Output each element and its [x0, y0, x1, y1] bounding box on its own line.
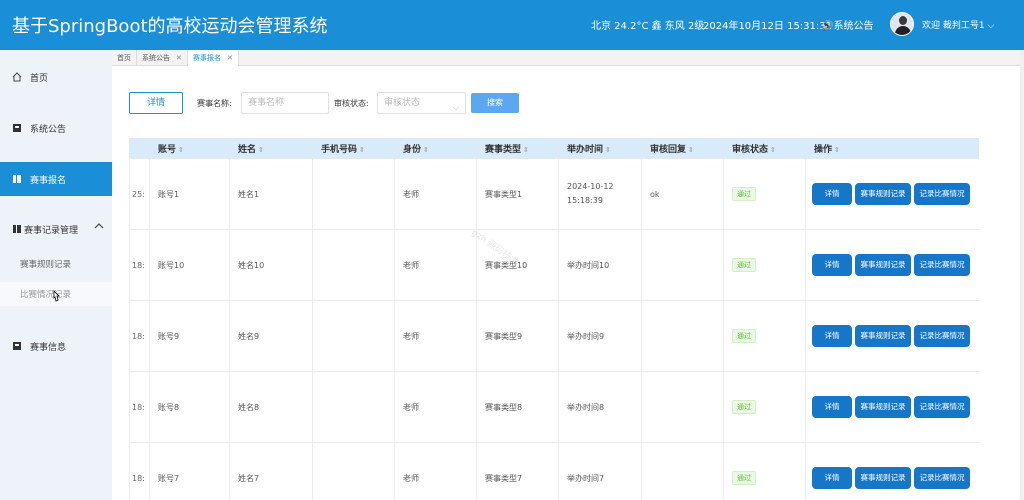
match-record-button[interactable]: 记录比赛情况 — [914, 183, 970, 205]
column-header — [129, 138, 150, 159]
sort-icon: ⇕ — [178, 146, 184, 154]
table-row: 18: 账号9 姓名9 老师 赛事类型9 举办时间9 通过 详情 赛事规则记录 记录… — [129, 300, 979, 372]
sidebar-item-notice[interactable]: 系统公告 — [0, 111, 112, 145]
tab-notice[interactable]: 系统公告 ✕ — [137, 50, 188, 66]
app-title: 基于SpringBoot的高校运动会管理系统 — [12, 16, 328, 37]
sidebar-item-records[interactable]: 赛事记录管理 — [0, 212, 112, 246]
sidebar-item-label: 赛事报名 — [30, 175, 67, 186]
column-header[interactable]: 审核状态 ⇕ — [723, 138, 806, 159]
match-record-button[interactable]: 记录比赛情况 — [914, 325, 970, 347]
name-search-input[interactable]: 赛事名称 — [241, 92, 329, 114]
column-header[interactable]: 操作 ⇕ — [805, 138, 979, 159]
status-label: 审核状态: — [334, 99, 369, 108]
column-header[interactable]: 身份 ⇕ — [394, 138, 477, 159]
status-badge: 通过 — [732, 471, 756, 485]
top-header: 基于SpringBoot的高校运动会管理系统 北京 24.2°C 鑫 东风 2级… — [0, 0, 1024, 50]
table-row: 18: 账号7 姓名7 老师 赛事类型7 举办时间7 通过 详情 赛事规则记录 记录… — [129, 442, 979, 500]
row-detail-button[interactable]: 详情 — [812, 254, 852, 276]
tab-registration[interactable]: 赛事报名 ✕ — [188, 50, 239, 66]
page-scrollbar[interactable] — [1020, 50, 1024, 500]
status-select[interactable]: 审核状态 ⌵ — [377, 92, 466, 114]
table-row: 25: 账号1 姓名1 老师 赛事类型1 2024-10-12 15:18:39… — [129, 158, 979, 230]
close-icon[interactable]: ✕ — [176, 54, 182, 62]
sidebar-item-label: 系统公告 — [30, 124, 67, 135]
registration-table: 账号 ⇕ 姓名 ⇕ 手机号码 ⇕ 身份 ⇕ 赛事类型 ⇕ 举办时间 ⇕ 审核回复 ⇕ 审核状态… — [129, 138, 979, 500]
sidebar-item-info[interactable]: 赛事信息 — [0, 329, 112, 363]
rule-record-button[interactable]: 赛事规则记录 — [855, 325, 911, 347]
sidebar-item-label: 赛事信息 — [30, 342, 67, 353]
tab-bar: 首页 系统公告 ✕ 赛事报名 ✕ — [112, 50, 1024, 66]
sidebar-sub-item-rules[interactable]: 赛事规则记录 — [0, 252, 112, 276]
rule-record-button[interactable]: 赛事规则记录 — [855, 467, 911, 489]
sidebar-item-label: 首页 — [30, 73, 49, 84]
search-button[interactable]: 搜索 — [471, 93, 519, 113]
close-icon[interactable]: ✕ — [227, 54, 233, 62]
sort-icon: ⇕ — [605, 146, 611, 154]
status-badge: 通过 — [732, 187, 756, 201]
table-row: 18: 账号8 姓名8 老师 赛事类型8 举办时间8 通过 详情 赛事规则记录 记录… — [129, 371, 979, 443]
sidebar-item-registration[interactable]: 赛事报名 — [0, 162, 112, 196]
system-notice-link[interactable]: 🔊系统公告 — [821, 17, 873, 32]
sort-icon: ⇕ — [834, 146, 840, 154]
book-icon — [12, 224, 22, 234]
chevron-up-icon[interactable] — [94, 222, 104, 233]
weather-info: 北京 24.2°C 鑫 东风 2级 — [591, 21, 705, 32]
home-icon — [12, 72, 22, 82]
column-header[interactable]: 审核回复 ⇕ — [641, 138, 724, 159]
sort-icon: ⇕ — [258, 146, 264, 154]
tab-home[interactable]: 首页 — [112, 50, 137, 66]
info-book-icon — [12, 341, 22, 351]
detail-button[interactable]: 详情 — [129, 92, 183, 114]
match-record-button[interactable]: 记录比赛情况 — [914, 254, 970, 276]
sidebar-item-home[interactable]: 首页 — [0, 60, 112, 94]
column-header[interactable]: 赛事类型 ⇕ — [476, 138, 559, 159]
match-record-button[interactable]: 记录比赛情况 — [914, 467, 970, 489]
sort-icon: ⇕ — [770, 146, 776, 154]
row-detail-button[interactable]: 详情 — [812, 467, 852, 489]
column-header[interactable]: 举办时间 ⇕ — [558, 138, 642, 159]
chevron-down-icon: ⌵ — [452, 103, 459, 112]
rule-record-button[interactable]: 赛事规则记录 — [855, 254, 911, 276]
name-label: 赛事名称: — [197, 99, 232, 108]
table-header-row: 账号 ⇕ 姓名 ⇕ 手机号码 ⇕ 身份 ⇕ 赛事类型 ⇕ 举办时间 ⇕ 审核回复 ⇕ 审核状态… — [129, 138, 979, 159]
row-detail-button[interactable]: 详情 — [812, 183, 852, 205]
rule-record-button[interactable]: 赛事规则记录 — [855, 396, 911, 418]
sort-icon: ⇕ — [423, 146, 429, 154]
book-icon — [12, 174, 22, 184]
sidebar-item-label: 赛事记录管理 — [24, 225, 79, 236]
column-header[interactable]: 手机号码 ⇕ — [312, 138, 395, 159]
rule-record-button[interactable]: 赛事规则记录 — [855, 183, 911, 205]
status-badge: 通过 — [732, 400, 756, 414]
notice-icon — [12, 123, 22, 133]
mouse-cursor-icon — [53, 290, 60, 302]
column-header[interactable]: 账号 ⇕ — [149, 138, 230, 159]
sort-icon: ⇕ — [523, 146, 529, 154]
status-badge: 通过 — [732, 258, 756, 272]
column-header[interactable]: 姓名 ⇕ — [229, 138, 313, 159]
table-row: 18: 账号10 姓名10 老师 赛事类型10 举办时间10 通过 详情 赛事规则… — [129, 229, 979, 301]
avatar[interactable] — [890, 12, 914, 36]
status-badge: 通过 — [732, 329, 756, 343]
datetime: 2024年10月12日 15:31:31 — [703, 21, 832, 32]
user-menu[interactable]: 欢迎 裁判工号1 ⌵ — [922, 18, 994, 31]
row-detail-button[interactable]: 详情 — [812, 396, 852, 418]
sort-icon: ⇕ — [359, 146, 365, 154]
sort-icon: ⇕ — [688, 146, 694, 154]
row-detail-button[interactable]: 详情 — [812, 325, 852, 347]
sidebar: 首页 系统公告 赛事报名 赛事记录管理 赛事规则记录 比赛情况记录 赛事信息 — [0, 50, 112, 500]
match-record-button[interactable]: 记录比赛情况 — [914, 396, 970, 418]
